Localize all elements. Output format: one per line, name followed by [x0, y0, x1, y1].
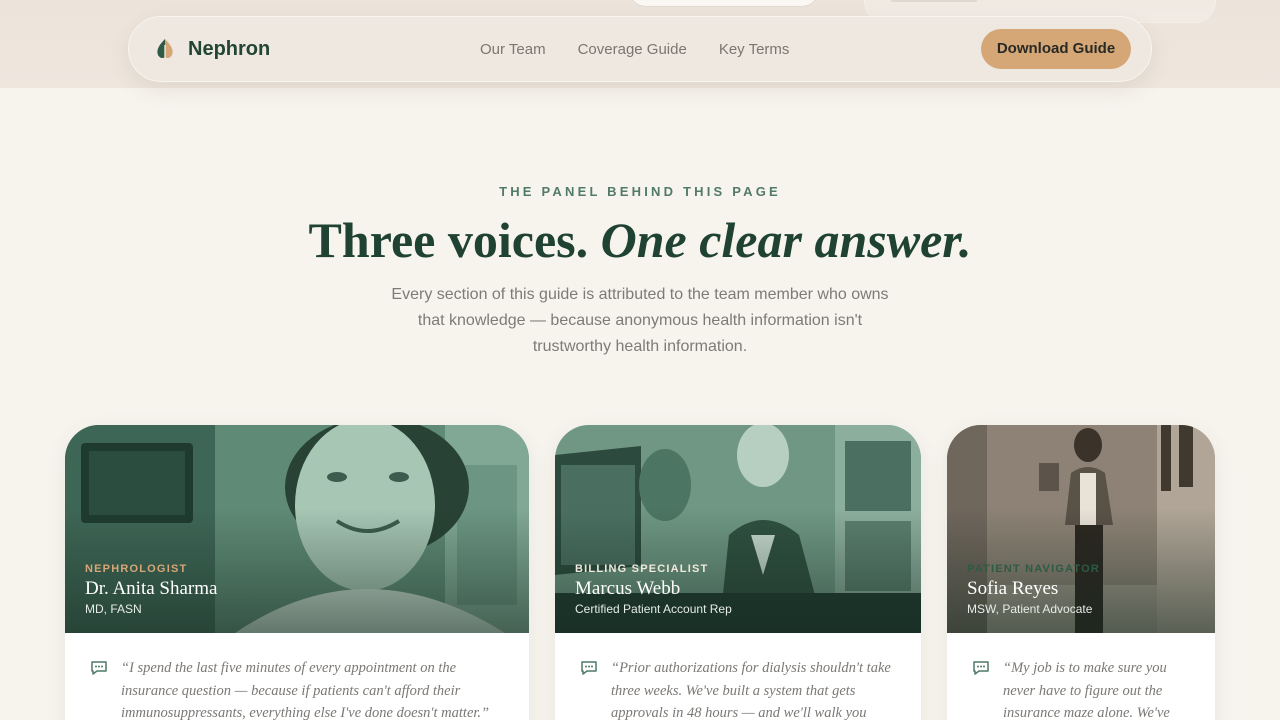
quote-text: “My job is to make sure you never have t…	[1003, 660, 1170, 720]
chat-bubble-icon	[581, 661, 597, 675]
team-credentials: Certified Patient Account Rep	[575, 602, 732, 616]
team-photo-reyes: PATIENT NAVIGATOR Sofia Reyes MSW, Patie…	[947, 425, 1215, 633]
brand-logo[interactable]: Nephron	[153, 37, 270, 61]
quote-text: “I spend the last five minutes of every …	[121, 660, 490, 720]
team-photo-webb: BILLING SPECIALIST Marcus Webb Certified…	[555, 425, 921, 633]
team-role: NEPHROLOGIST	[85, 563, 188, 575]
team-role: BILLING SPECIALIST	[575, 563, 709, 575]
team-credentials: MD, FASN	[85, 602, 142, 616]
team-name: Sofia Reyes	[967, 578, 1059, 599]
chat-bubble-icon	[973, 661, 989, 675]
kidney-leaf-icon	[157, 39, 173, 59]
section-headline: Three voices. One clear answer.	[0, 212, 1280, 268]
team-name: Dr. Anita Sharma	[85, 578, 218, 599]
team-card-nephrologist: NEPHROLOGIST Dr. Anita Sharma MD, FASN “…	[65, 425, 529, 720]
nav-link-coverage-guide[interactable]: Coverage Guide	[578, 41, 687, 58]
quote-text: “Prior authorizations for dialysis shoul…	[611, 660, 891, 720]
nav-link-key-terms[interactable]: Key Terms	[719, 41, 790, 58]
team-card-billing: BILLING SPECIALIST Marcus Webb Certified…	[555, 425, 921, 720]
chat-bubble-icon	[91, 661, 107, 675]
ghost-search-pill	[628, 0, 820, 7]
team-quote: “My job is to make sure you never have t…	[971, 657, 1197, 720]
section-eyebrow: THE PANEL BEHIND THIS PAGE	[499, 184, 781, 199]
nav-link-our-team[interactable]: Our Team	[480, 41, 546, 58]
nav-links: Our Team Coverage Guide Key Terms	[480, 41, 821, 58]
download-guide-button[interactable]: Download Guide	[981, 29, 1131, 69]
team-name: Marcus Webb	[575, 578, 681, 599]
team-photo-sharma: NEPHROLOGIST Dr. Anita Sharma MD, FASN	[65, 425, 529, 633]
headline-italic: One clear answer.	[600, 212, 972, 268]
brand-name: Nephron	[188, 37, 271, 60]
team-card-navigator: PATIENT NAVIGATOR Sofia Reyes MSW, Patie…	[947, 425, 1215, 720]
section-subcopy: Every section of this guide is attribute…	[391, 286, 889, 355]
team-quote: “Prior authorizations for dialysis shoul…	[579, 657, 903, 720]
team-role: PATIENT NAVIGATOR	[967, 563, 1101, 575]
navbar: Nephron Our Team Coverage Guide Key Term…	[128, 16, 1152, 82]
team-credentials: MSW, Patient Advocate	[967, 602, 1093, 616]
headline-plain: Three voices.	[308, 212, 589, 268]
ghost-card-bar	[891, 0, 977, 2]
team-quote: “I spend the last five minutes of every …	[89, 657, 511, 720]
